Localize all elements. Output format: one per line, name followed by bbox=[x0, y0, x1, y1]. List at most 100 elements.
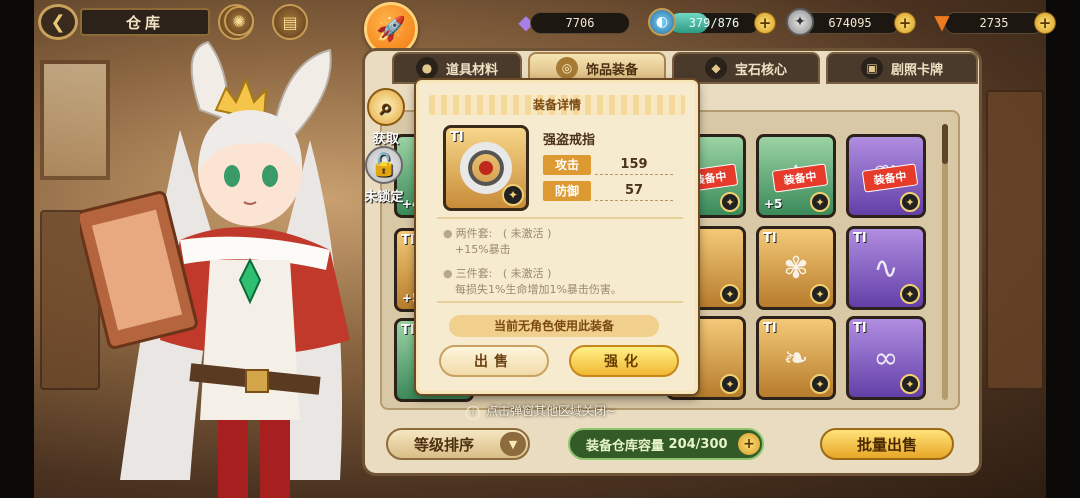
equipment-detail-popup[interactable]: 装备详情 TI ✦ 强盗戒指 攻击 159 防御 57 ● 两件套: ( 未激活 … bbox=[416, 80, 698, 394]
slot-tier: TI bbox=[763, 321, 777, 336]
tab-cards-icon: ▣ bbox=[860, 57, 883, 79]
coin-counter: 674095 bbox=[800, 12, 900, 34]
slot-tier: TI bbox=[763, 231, 777, 246]
tab-gems[interactable]: ◆ 宝石核心 bbox=[672, 52, 820, 84]
page-title: 仓库 bbox=[80, 8, 210, 36]
sort-dropdown[interactable]: 等级排序 ▼ bbox=[386, 428, 530, 460]
item-tier: TI bbox=[450, 130, 464, 145]
no-user-notice: 当前无角色使用此装备 bbox=[449, 315, 659, 337]
capacity-button[interactable]: 装备仓库容量 204/300 + bbox=[568, 428, 764, 460]
tab-items-icon: ● bbox=[415, 57, 438, 79]
divider bbox=[437, 217, 683, 219]
potion-icon: ◐ bbox=[648, 8, 676, 36]
back-button[interactable]: ❮ bbox=[38, 4, 78, 40]
rocket-icon: 🚀 bbox=[376, 15, 406, 43]
stat-row-attack: 攻击 159 bbox=[543, 155, 673, 175]
set-bonus-2-effect: +15%暴击 bbox=[455, 243, 511, 256]
item-name: 强盗戒指 bbox=[543, 133, 596, 148]
book-icon[interactable]: ▤ bbox=[272, 4, 308, 40]
sort-label: 等级排序 bbox=[414, 435, 475, 454]
stamina-plus-button[interactable]: + bbox=[754, 12, 776, 34]
coin-plus-button[interactable]: + bbox=[894, 12, 916, 34]
tab-cards[interactable]: ▣ 剧照卡牌 bbox=[826, 52, 978, 84]
letterbox-right bbox=[1046, 0, 1080, 498]
capacity-value: 204/300 bbox=[668, 436, 728, 452]
fox-icon: ✾ bbox=[783, 250, 809, 286]
slot-tier: TI bbox=[401, 233, 415, 248]
set-name: 三件套: bbox=[455, 267, 493, 280]
grid-scrollbar-track[interactable] bbox=[942, 124, 948, 400]
magnifier-icon: ⌕ bbox=[367, 88, 405, 126]
lock-toggle-button[interactable]: 🔓 未锁定 bbox=[354, 146, 414, 205]
capacity-plus-icon: + bbox=[738, 433, 760, 455]
divider bbox=[437, 301, 683, 303]
sell-button[interactable]: 出售 bbox=[439, 345, 549, 377]
unlock-icon: 🔓 bbox=[365, 146, 403, 184]
obtain-button[interactable]: ⌕ 获取 bbox=[356, 88, 416, 147]
upgrade-button[interactable]: 强化 bbox=[569, 345, 679, 377]
obtain-label: 获取 bbox=[372, 132, 399, 147]
carrot-icon: ▼ bbox=[934, 10, 950, 34]
star-icon: ✦ bbox=[502, 184, 524, 206]
star-icon: ✦ bbox=[720, 374, 740, 394]
gem-value: 7706 bbox=[565, 16, 595, 30]
lock-label: 未锁定 bbox=[364, 190, 404, 205]
tab-label: 宝石核心 bbox=[734, 62, 787, 78]
slot-tier: TI bbox=[853, 231, 867, 246]
equipment-slot[interactable]: TI ✾ ✦ bbox=[756, 226, 836, 310]
slot-level: +5 bbox=[764, 197, 783, 211]
info-icon: i bbox=[466, 406, 480, 420]
stat-label: 攻击 bbox=[543, 155, 591, 175]
slot-tier: TI bbox=[853, 321, 867, 336]
carrot-value: 2735 bbox=[979, 16, 1009, 30]
star-icon: ✦ bbox=[810, 374, 830, 394]
carrot-counter: 2735 bbox=[944, 12, 1044, 34]
tab-label: 道具材料 bbox=[445, 62, 498, 78]
equipment-slot[interactable]: TI ❧ ✦ bbox=[756, 316, 836, 400]
star-icon: ✦ bbox=[900, 192, 920, 212]
bulk-sell-label: 批量出售 bbox=[856, 435, 917, 454]
stamina-value: 379/876 bbox=[688, 16, 740, 30]
stat-value: 159 bbox=[595, 155, 673, 175]
equipped-badge: 装备中 bbox=[861, 163, 919, 193]
back-arrow-icon: ❮ bbox=[50, 11, 66, 33]
capacity-label: 装备仓库容量 bbox=[586, 438, 665, 454]
star-icon: ✦ bbox=[900, 374, 920, 394]
set-bonus-3-effect: 每损失1%生命增加1%暴击伤害。 bbox=[455, 283, 622, 296]
tab-label: 剧照卡牌 bbox=[890, 62, 943, 78]
character-illustration bbox=[80, 40, 350, 498]
star-icon: ✦ bbox=[810, 192, 830, 212]
set-status: ( 未激活 ) bbox=[502, 267, 552, 280]
item-icon: TI ✦ bbox=[443, 125, 529, 211]
background-shelf-right bbox=[986, 90, 1044, 390]
set-bonus-3-header: ● 三件套: ( 未激活 ) bbox=[443, 267, 552, 280]
stat-label: 防御 bbox=[543, 181, 591, 201]
leaf-icon: ❧ bbox=[783, 340, 809, 376]
set-bonus-2-header: ● 两件套: ( 未激活 ) bbox=[443, 227, 552, 240]
star-icon: ✦ bbox=[720, 192, 740, 212]
gem-counter: 7706 bbox=[530, 12, 630, 34]
stamina-counter: 379/876 bbox=[668, 12, 760, 34]
equipment-slot[interactable]: ❦ 装备中 ✦ bbox=[846, 134, 926, 218]
star-icon: ✦ bbox=[810, 284, 830, 304]
serpent-icon: ∿ bbox=[873, 250, 899, 286]
chevron-down-icon: ▼ bbox=[500, 432, 526, 456]
star-icon: ✦ bbox=[900, 284, 920, 304]
equipment-slot[interactable]: ⚜ 装备中 +5 ✦ bbox=[756, 134, 836, 218]
silver-coin-icon: ✦ bbox=[786, 8, 814, 36]
compass-icon[interactable]: ✺ bbox=[224, 6, 254, 36]
close-hint: i 点击弹窗其他区域关闭~ bbox=[466, 402, 616, 420]
coin-value: 674095 bbox=[828, 16, 872, 30]
grid-scrollbar-thumb[interactable] bbox=[942, 124, 948, 164]
slot-tier: TI bbox=[401, 323, 415, 338]
tab-accessories-icon: ◎ bbox=[555, 57, 578, 79]
tab-gems-icon: ◆ bbox=[704, 57, 727, 79]
equipment-slot[interactable]: TI ∞ ✦ bbox=[846, 316, 926, 400]
set-status: ( 未激活 ) bbox=[502, 227, 552, 240]
tab-label: 饰品装备 bbox=[585, 62, 638, 78]
goggles-icon: ∞ bbox=[873, 340, 899, 376]
equipment-slot[interactable]: TI ∿ ✦ bbox=[846, 226, 926, 310]
bulk-sell-button[interactable]: 批量出售 bbox=[820, 428, 954, 460]
carrot-plus-button[interactable]: + bbox=[1034, 12, 1056, 34]
popup-title: 装备详情 bbox=[429, 95, 685, 115]
